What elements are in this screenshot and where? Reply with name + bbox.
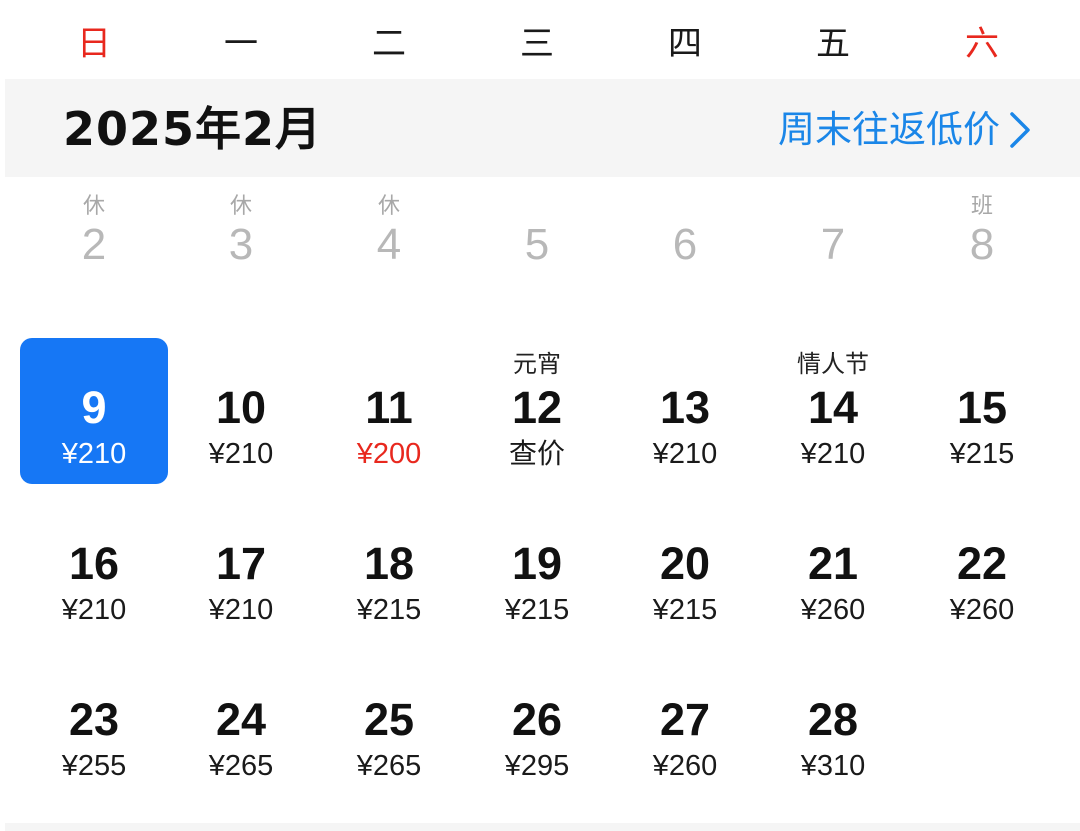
next-month-divider <box>5 823 1080 831</box>
day-number: 5 <box>524 220 550 269</box>
day-number: 4 <box>376 220 402 269</box>
day-number: 25 <box>363 694 415 745</box>
day-cell[interactable]: 23 ¥255 <box>20 650 168 796</box>
day-number: 7 <box>820 220 846 269</box>
day-price: ¥210 <box>652 438 718 470</box>
weekday-mon: 一 <box>224 24 258 64</box>
weekday-sun: 日 <box>77 24 111 64</box>
day-number: 27 <box>659 694 711 745</box>
day-number: 26 <box>511 694 563 745</box>
day-cell[interactable]: 25 ¥265 <box>315 650 463 796</box>
price-calendar: 日 一 二 三 四 五 六 2025年2月 周末往返低价 休2休3休4 5 6 7 班8… <box>0 0 1080 831</box>
day-cell[interactable]: 元宵 12 查价 <box>463 338 611 484</box>
day-cell[interactable]: 情人节 14 ¥210 <box>759 338 907 484</box>
day-cell[interactable]: 26 ¥295 <box>463 650 611 796</box>
day-price: ¥210 <box>61 438 127 470</box>
day-price: ¥210 <box>208 594 274 626</box>
day-price: ¥210 <box>800 438 866 470</box>
day-cell[interactable]: 24 ¥265 <box>167 650 315 796</box>
day-number: 28 <box>807 694 859 745</box>
day-cell[interactable]: 20 ¥215 <box>611 494 759 640</box>
day-number: 8 <box>969 220 995 269</box>
day-number: 9 <box>81 382 107 433</box>
day-cell[interactable]: 28 ¥310 <box>759 650 907 796</box>
weekday-sat: 六 <box>965 24 999 64</box>
day-number: 3 <box>228 220 254 269</box>
weekday-tue: 二 <box>372 24 406 64</box>
day-number: 6 <box>672 220 698 269</box>
day-number: 19 <box>511 538 563 589</box>
day-price: ¥215 <box>504 594 570 626</box>
day-number: 21 <box>807 538 859 589</box>
month-title: 2025年2月 <box>63 102 323 156</box>
weekday-wed: 三 <box>520 24 554 64</box>
day-price: ¥215 <box>652 594 718 626</box>
weekend-roundtrip-link[interactable]: 周末往返低价 <box>778 106 1000 154</box>
day-cell-past: 休4 <box>315 194 463 341</box>
day-cell[interactable]: 17 ¥210 <box>167 494 315 640</box>
day-cell[interactable]: 18 ¥215 <box>315 494 463 640</box>
day-number: 18 <box>363 538 415 589</box>
day-price: ¥260 <box>652 750 718 782</box>
day-cell[interactable]: 11 ¥200 <box>315 338 463 484</box>
day-number: 16 <box>68 538 120 589</box>
day-cell-past: 7 <box>759 195 907 341</box>
day-cell[interactable]: 15 ¥215 <box>908 338 1056 484</box>
day-cell-past: 休3 <box>167 194 315 341</box>
day-price: 查价 <box>508 437 565 470</box>
day-number: 23 <box>68 694 120 745</box>
lowest-price: ¥200 <box>356 438 422 470</box>
day-cell[interactable]: 27 ¥260 <box>611 650 759 796</box>
day-price: ¥295 <box>504 750 570 782</box>
day-price: ¥210 <box>208 438 274 470</box>
day-number: 22 <box>956 538 1008 589</box>
weekday-fri: 五 <box>816 24 850 64</box>
day-price: ¥310 <box>800 750 866 782</box>
day-number: 20 <box>659 538 711 589</box>
day-cell-selected[interactable]: 9 ¥210 <box>20 338 168 484</box>
chevron-right-icon[interactable] <box>1002 110 1038 150</box>
day-price: ¥215 <box>949 438 1015 470</box>
day-cell-past: 休2 <box>20 194 168 341</box>
day-number: 13 <box>659 382 711 433</box>
day-price: ¥260 <box>949 594 1015 626</box>
month-header: 2025年2月 周末往返低价 <box>5 79 1080 177</box>
day-cell-past: 6 <box>611 195 759 341</box>
day-number: 24 <box>215 694 267 745</box>
day-number: 17 <box>215 538 267 589</box>
weekday-header: 日 一 二 三 四 五 六 <box>0 0 1080 78</box>
day-price: ¥215 <box>356 594 422 626</box>
day-cell[interactable]: 13 ¥210 <box>611 338 759 484</box>
day-price: ¥210 <box>61 594 127 626</box>
weekday-thu: 四 <box>668 24 702 64</box>
day-number: 14 <box>807 382 859 433</box>
day-cell[interactable]: 19 ¥215 <box>463 494 611 640</box>
day-price: ¥265 <box>208 750 274 782</box>
day-cell[interactable]: 21 ¥260 <box>759 494 907 640</box>
day-number: 2 <box>81 220 107 269</box>
day-cell-past: 5 <box>463 195 611 341</box>
day-price: ¥255 <box>61 750 127 782</box>
festival-label: 情人节 <box>797 350 869 378</box>
festival-label: 元宵 <box>513 350 561 378</box>
day-price: ¥265 <box>356 750 422 782</box>
day-cell[interactable]: 22 ¥260 <box>908 494 1056 640</box>
day-number: 15 <box>956 382 1008 433</box>
day-cell[interactable]: 16 ¥210 <box>20 494 168 640</box>
day-cell-past: 班8 <box>908 194 1056 341</box>
day-number: 11 <box>365 382 413 433</box>
day-number: 12 <box>511 382 563 433</box>
day-price: ¥260 <box>800 594 866 626</box>
day-number: 10 <box>215 382 267 433</box>
day-cell[interactable]: 10 ¥210 <box>167 338 315 484</box>
